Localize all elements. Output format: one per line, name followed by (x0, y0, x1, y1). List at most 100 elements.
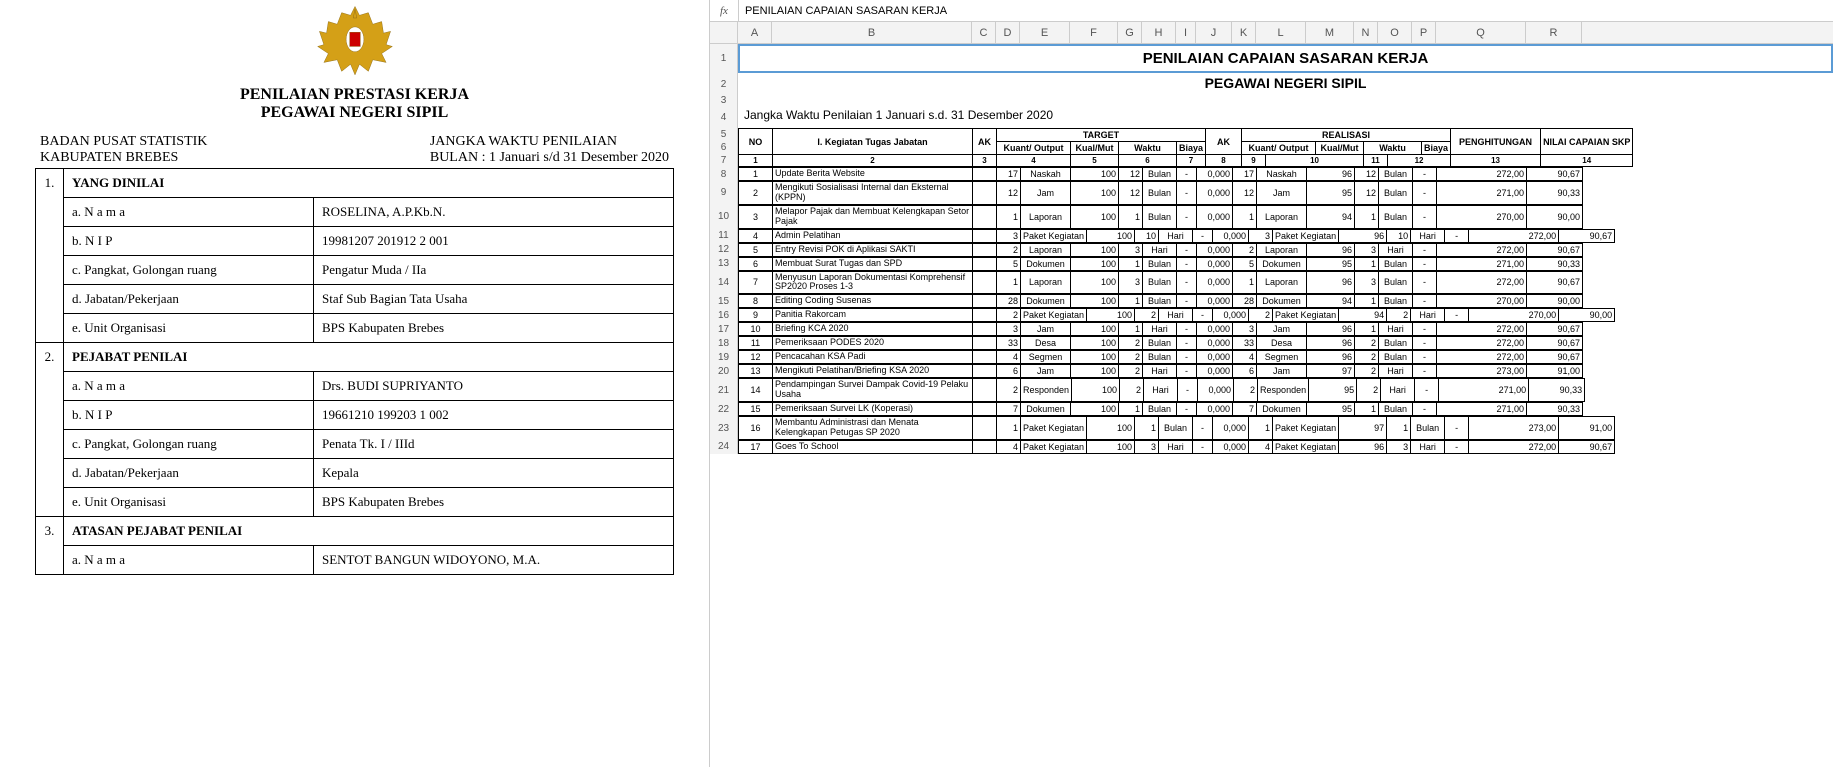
cell[interactable]: 4 (1249, 440, 1273, 453)
table-row[interactable]: 17Goes To School4Paket Kegiatan1003Hari-… (738, 440, 1615, 454)
cell[interactable]: - (1413, 271, 1437, 294)
cell[interactable]: 2 (1135, 309, 1159, 322)
cell[interactable]: Admin Pelatihan (773, 229, 973, 242)
cell[interactable]: 2 (997, 309, 1021, 322)
cell[interactable]: 6 (1233, 365, 1257, 378)
row-number[interactable]: 19 (710, 350, 738, 364)
cell[interactable]: Dokumen (1021, 403, 1071, 416)
cell[interactable]: 1 (1355, 295, 1379, 308)
cell[interactable]: 12 (1119, 182, 1143, 205)
table-row[interactable]: 2Mengikuti Sosialisasi Internal dan Ekst… (738, 181, 1583, 205)
cell[interactable]: 9 (739, 309, 773, 322)
column-header[interactable]: O (1378, 22, 1412, 43)
cell[interactable]: 0,000 (1213, 229, 1249, 242)
cell[interactable]: - (1413, 337, 1437, 350)
table-row[interactable]: 8Editing Coding Susenas28Dokumen1001Bula… (738, 294, 1583, 308)
cell[interactable]: 94 (1307, 205, 1355, 228)
cell[interactable]: Paket Kegiatan (1273, 440, 1339, 453)
cell[interactable]: 100 (1071, 243, 1119, 256)
cell[interactable]: - (1193, 229, 1213, 242)
row-number[interactable]: 15 (710, 294, 738, 308)
cell[interactable]: Hari (1143, 365, 1177, 378)
formula-input[interactable] (739, 3, 1833, 19)
cell[interactable]: Laporan (1021, 243, 1071, 256)
cell[interactable]: - (1445, 417, 1469, 440)
cell[interactable]: Hari (1379, 323, 1413, 336)
table-row[interactable]: 11Pemeriksaan PODES 202033Desa1002Bulan-… (738, 336, 1583, 350)
cell[interactable]: 10 (1387, 229, 1411, 242)
cell[interactable]: Bulan (1379, 182, 1413, 205)
table-row[interactable]: 14Pendampingan Survei Dampak Covid-19 Pe… (738, 378, 1585, 402)
cell[interactable]: 96 (1307, 337, 1355, 350)
cell[interactable]: Desa (1257, 337, 1307, 350)
cell[interactable]: - (1177, 337, 1197, 350)
cell[interactable]: - (1178, 379, 1198, 402)
column-header[interactable]: E (1020, 22, 1070, 43)
row-number[interactable]: 5 (710, 128, 738, 141)
cell[interactable]: - (1413, 182, 1437, 205)
cell[interactable]: 0,000 (1213, 417, 1249, 440)
cell[interactable]: 17 (1233, 168, 1257, 181)
cell[interactable]: 95 (1307, 182, 1355, 205)
row-number[interactable]: 14 (710, 271, 738, 295)
cell[interactable]: - (1177, 182, 1197, 205)
cell[interactable]: Bulan (1379, 351, 1413, 364)
cell[interactable]: 4 (997, 440, 1021, 453)
cell[interactable]: Paket Kegiatan (1273, 417, 1339, 440)
column-header[interactable]: R (1526, 22, 1582, 43)
cell[interactable]: 100 (1071, 337, 1119, 350)
cell[interactable]: 1 (997, 271, 1021, 294)
cell[interactable]: Paket Kegiatan (1273, 229, 1339, 242)
cell[interactable]: 0,000 (1197, 403, 1233, 416)
cell[interactable]: 272,00 (1437, 337, 1527, 350)
cell[interactable] (973, 309, 997, 322)
cell[interactable]: - (1177, 403, 1197, 416)
cell[interactable]: Bulan (1379, 295, 1413, 308)
cell[interactable]: Paket Kegiatan (1021, 229, 1087, 242)
cell[interactable]: 17 (997, 168, 1021, 181)
cell[interactable]: Jam (1021, 323, 1071, 336)
column-header[interactable]: N (1354, 22, 1378, 43)
cell[interactable]: 100 (1071, 257, 1119, 270)
cell[interactable]: Naskah (1257, 168, 1307, 181)
row-number[interactable]: 1 (710, 44, 738, 73)
cell[interactable]: 100 (1071, 168, 1119, 181)
cell[interactable]: 12 (1119, 168, 1143, 181)
column-header[interactable]: L (1256, 22, 1306, 43)
cell[interactable]: - (1445, 440, 1469, 453)
cell[interactable]: 271,00 (1439, 379, 1529, 402)
cell[interactable]: 0,000 (1197, 257, 1233, 270)
row-number[interactable]: 13 (710, 257, 738, 271)
cell[interactable]: 2 (1387, 309, 1411, 322)
column-header[interactable]: J (1196, 22, 1232, 43)
cell[interactable]: 97 (1339, 417, 1387, 440)
cell[interactable]: 97 (1307, 365, 1355, 378)
cell[interactable]: 1 (997, 205, 1021, 228)
cell[interactable]: 90,00 (1527, 205, 1583, 228)
cell[interactable]: 100 (1087, 417, 1135, 440)
cell[interactable]: - (1177, 205, 1197, 228)
cell[interactable]: Bulan (1379, 168, 1413, 181)
cell[interactable]: 91,00 (1527, 365, 1583, 378)
table-row[interactable]: 16Membantu Administrasi dan Menata Kelen… (738, 416, 1615, 440)
cell[interactable]: 95 (1309, 379, 1357, 402)
cell[interactable] (973, 337, 997, 350)
cell[interactable]: 1 (1119, 295, 1143, 308)
cell[interactable] (973, 205, 997, 228)
cell[interactable]: 272,00 (1469, 440, 1559, 453)
cell[interactable]: - (1177, 257, 1197, 270)
cell[interactable]: - (1177, 271, 1197, 294)
cell[interactable]: 100 (1071, 365, 1119, 378)
cell[interactable]: Editing Coding Susenas (773, 295, 973, 308)
cell[interactable]: Jam (1257, 365, 1307, 378)
cell[interactable]: 270,00 (1469, 309, 1559, 322)
cell[interactable]: 90,00 (1527, 295, 1583, 308)
cell[interactable]: 0,000 (1198, 379, 1234, 402)
cell[interactable]: 270,00 (1437, 205, 1527, 228)
cell[interactable]: 100 (1071, 323, 1119, 336)
cell[interactable]: Bulan (1379, 205, 1413, 228)
cell[interactable]: Hari (1379, 365, 1413, 378)
cell[interactable]: - (1177, 365, 1197, 378)
cell[interactable]: 0,000 (1197, 205, 1233, 228)
cell[interactable]: - (1445, 309, 1469, 322)
